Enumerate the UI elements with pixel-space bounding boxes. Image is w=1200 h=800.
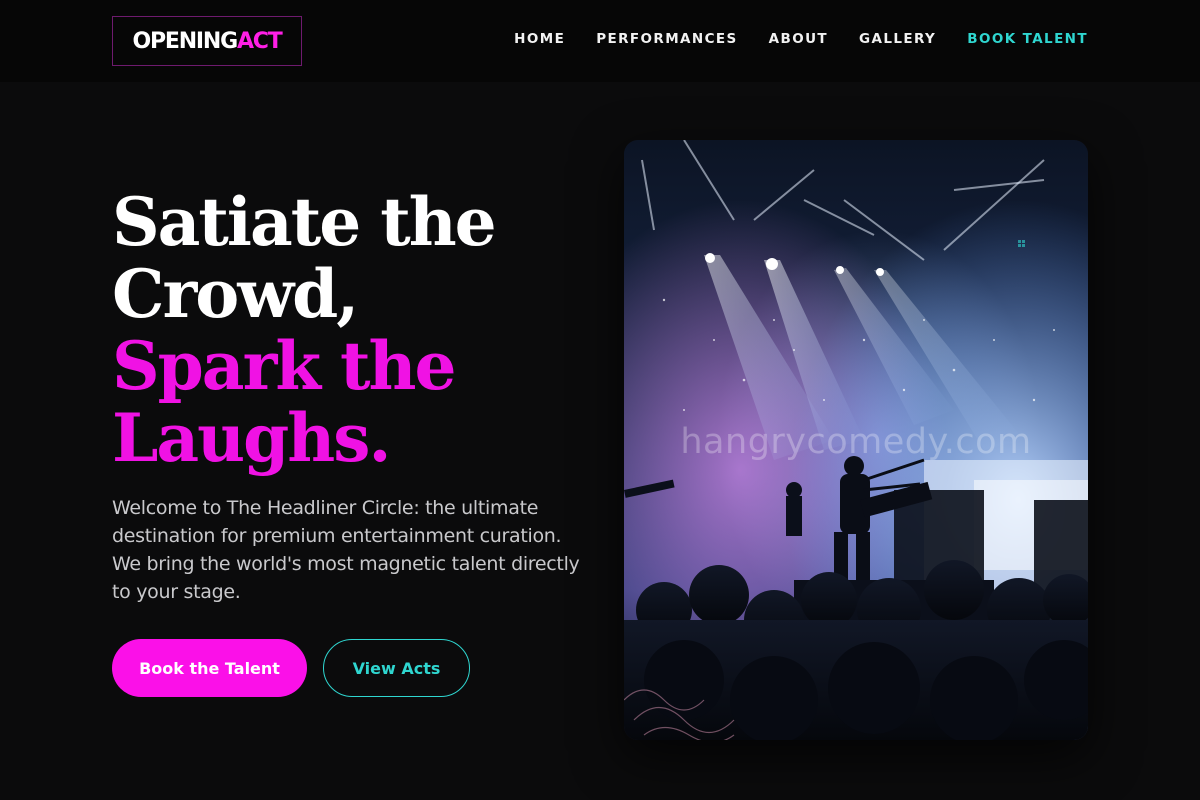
nav-link-performances[interactable]: PERFORMANCES <box>596 31 737 47</box>
nav-item: ABOUT <box>769 31 828 47</box>
top-navigation-bar: OPENING ACT HOME PERFORMANCES ABOUT GALLE… <box>0 0 1200 82</box>
nav-item: HOME <box>514 31 565 47</box>
nav-link-book-talent[interactable]: BOOK TALENT <box>967 31 1088 47</box>
hero-description: Welcome to The Headliner Circle: the ult… <box>112 497 580 603</box>
logo-text-primary: OPENING <box>132 28 238 54</box>
nav-link-home[interactable]: HOME <box>514 31 565 47</box>
concert-stage-image: hangrycomedy.com <box>624 140 1088 740</box>
book-talent-button[interactable]: Book the Talent <box>112 639 307 697</box>
nav-link-about[interactable]: ABOUT <box>769 31 828 47</box>
nav-item: BOOK TALENT <box>967 31 1088 47</box>
nav-link-gallery[interactable]: GALLERY <box>859 31 936 47</box>
logo-text-accent: ACT <box>236 28 283 54</box>
hero-headline: Satiate the Crowd, Spark the Laughs. <box>112 186 582 474</box>
site-logo[interactable]: OPENING ACT <box>112 16 302 66</box>
headline-accent-line: Spark the <box>112 327 457 405</box>
headline-line: Crowd, <box>112 255 359 333</box>
nav-item: GALLERY <box>859 31 936 47</box>
image-watermark: hangrycomedy.com <box>680 422 1032 462</box>
view-acts-button[interactable]: View Acts <box>323 639 470 697</box>
headline-accent-line: Laughs. <box>112 399 391 477</box>
nav-item: PERFORMANCES <box>596 31 737 47</box>
headline-line: Satiate the <box>112 183 497 261</box>
main-nav: HOME PERFORMANCES ABOUT GALLERY BOOK TAL… <box>514 31 1088 47</box>
